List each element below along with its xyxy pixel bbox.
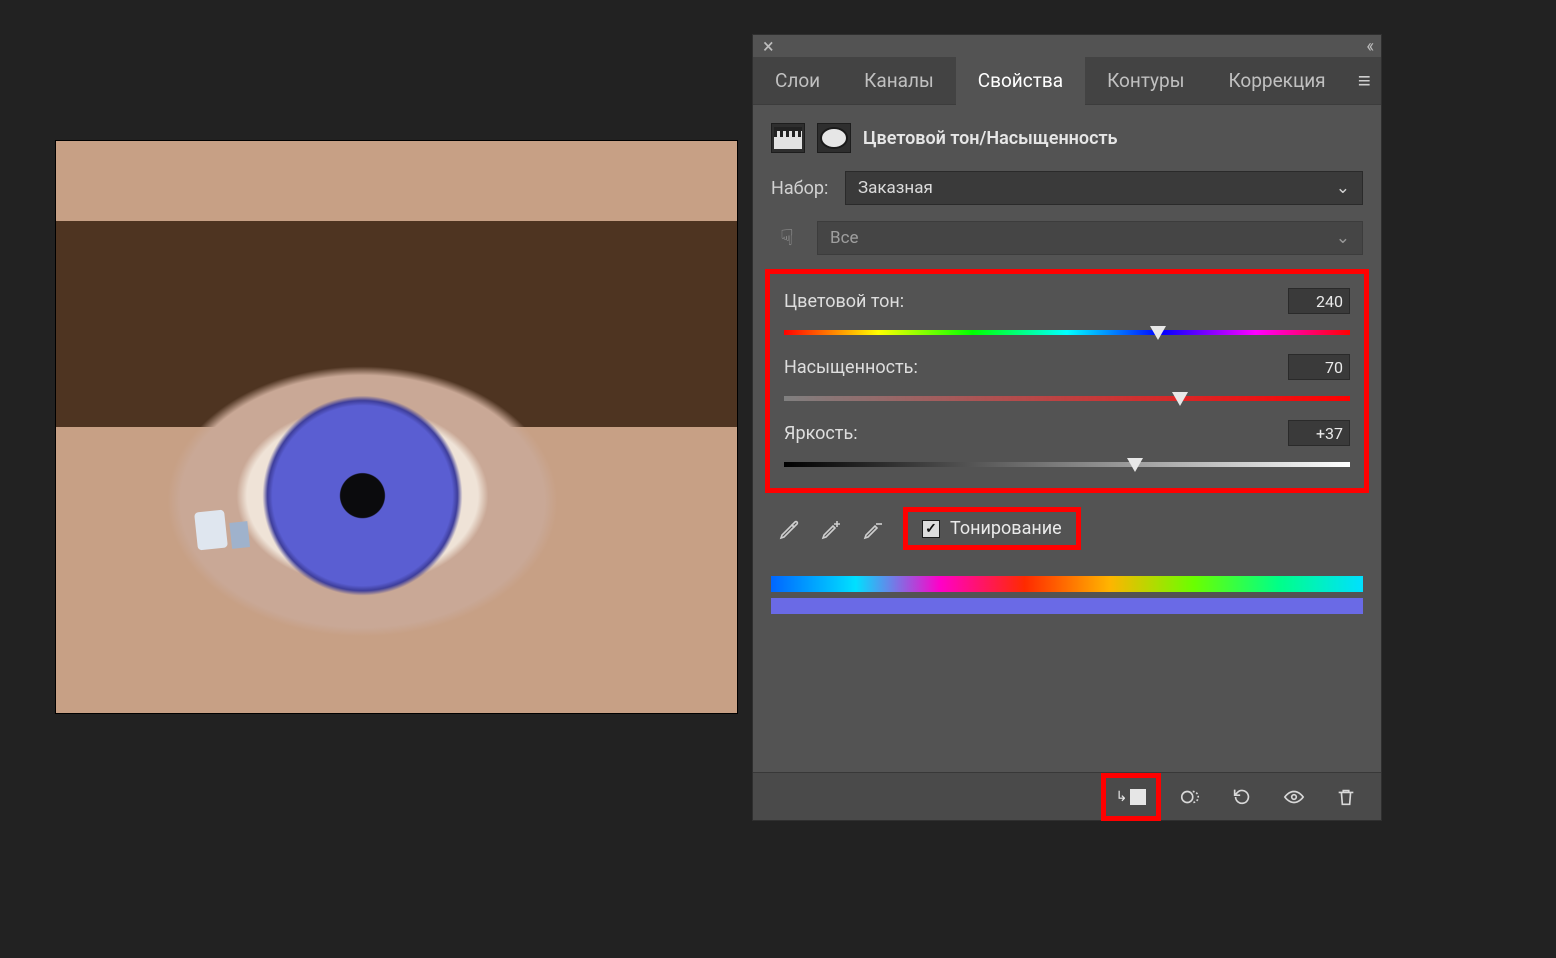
eyedropper-add-icon[interactable] [813,513,851,545]
tab-layers[interactable]: Слои [753,57,842,104]
canvas-eye-image [55,140,738,714]
close-icon[interactable]: × [763,34,774,58]
hue-value-input[interactable] [1288,288,1350,314]
layer-mask-icon[interactable] [817,123,851,153]
colorize-highlight: ✓ Тонирование [903,507,1081,550]
preset-label: Набор: [771,178,831,199]
panel-menu-icon[interactable]: ≡ [1348,68,1381,94]
eyedropper-icon[interactable] [771,513,809,545]
lightness-label: Яркость: [784,423,858,444]
color-range-select: Все ⌄ [817,221,1363,255]
saturation-track[interactable] [784,390,1350,406]
preset-value: Заказная [858,178,933,198]
targeted-adjust-icon[interactable]: ☟ [771,226,803,251]
panel-footer: ↳ [753,772,1381,820]
saturation-thumb[interactable] [1172,392,1188,406]
eyedropper-subtract-icon[interactable] [855,513,893,545]
tab-properties[interactable]: Свойства [956,57,1085,104]
view-previous-state-button[interactable] [1167,780,1213,814]
chevron-down-icon: ⌄ [1336,228,1350,248]
clip-to-layer-button[interactable]: ↳ [1108,780,1154,814]
tab-paths[interactable]: Контуры [1085,57,1206,104]
hue-saturation-icon [771,123,805,153]
source-hue-strip [771,576,1363,592]
reset-button[interactable] [1219,780,1265,814]
hue-label: Цветовой тон: [784,291,904,312]
slider-group-highlight: Цветовой тон: Насыщенность: Яркость: [765,269,1369,493]
tab-adjustments[interactable]: Коррекция [1206,57,1347,104]
panel-tabs: Слои Каналы Свойства Контуры Коррекция ≡ [753,57,1381,105]
adjustment-title: Цветовой тон/Насыщенность [863,128,1118,149]
color-range-value: Все [830,228,859,248]
saturation-slider: Насыщенность: [778,350,1356,416]
tab-channels[interactable]: Каналы [842,57,956,104]
chevron-down-icon: ⌄ [1336,178,1350,198]
saturation-value-input[interactable] [1288,354,1350,380]
saturation-label: Насыщенность: [784,357,918,378]
hue-range-strips [753,558,1381,614]
delete-adjustment-button[interactable] [1323,780,1369,814]
lightness-value-input[interactable] [1288,420,1350,446]
lightness-slider: Яркость: [778,416,1356,482]
lightness-track[interactable] [784,456,1350,472]
result-hue-strip [771,598,1363,614]
preset-select[interactable]: Заказная ⌄ [845,171,1363,205]
hue-thumb[interactable] [1150,326,1166,340]
colorize-checkbox[interactable]: ✓ [922,520,940,538]
clip-button-highlight: ↳ [1101,773,1161,821]
hue-track[interactable] [784,324,1350,340]
hue-slider: Цветовой тон: [778,284,1356,350]
collapse-panel-icon[interactable]: ‹‹ [1366,36,1371,57]
toggle-visibility-button[interactable] [1271,780,1317,814]
lightness-thumb[interactable] [1127,458,1143,472]
colorize-label: Тонирование [950,518,1062,539]
properties-panel: × ‹‹ Слои Каналы Свойства Контуры Коррек… [753,35,1381,820]
